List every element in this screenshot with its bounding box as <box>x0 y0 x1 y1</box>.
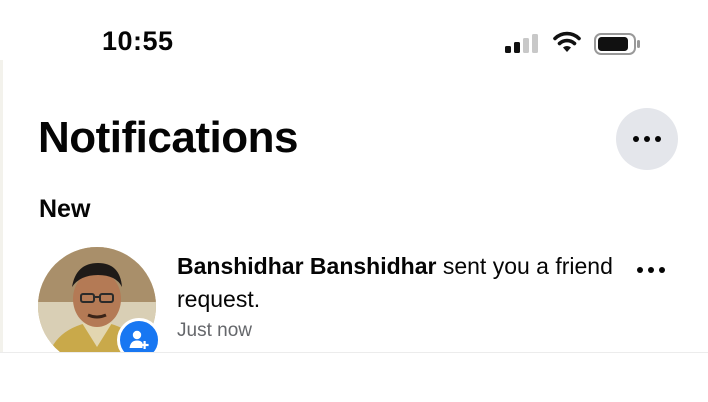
notification-item[interactable]: Banshidhar Banshidhar sent you a friend … <box>0 240 708 365</box>
bottom-area <box>0 353 708 402</box>
notification-time: Just now <box>177 320 252 341</box>
wifi-icon <box>552 30 582 59</box>
signal-icon <box>505 33 541 58</box>
more-icon <box>633 136 661 142</box>
status-time: 10:55 <box>102 26 174 56</box>
page-title: Notifications <box>38 113 298 162</box>
battery-icon <box>594 33 642 60</box>
notification-sender: Banshidhar Banshidhar <box>177 253 437 279</box>
section-heading-new: New <box>39 195 91 223</box>
more-options-button[interactable] <box>616 108 678 170</box>
status-bar: 10:55 <box>0 0 708 80</box>
notification-more-icon[interactable] <box>637 267 665 273</box>
notification-text: Banshidhar Banshidhar sent you a friend … <box>177 250 617 316</box>
